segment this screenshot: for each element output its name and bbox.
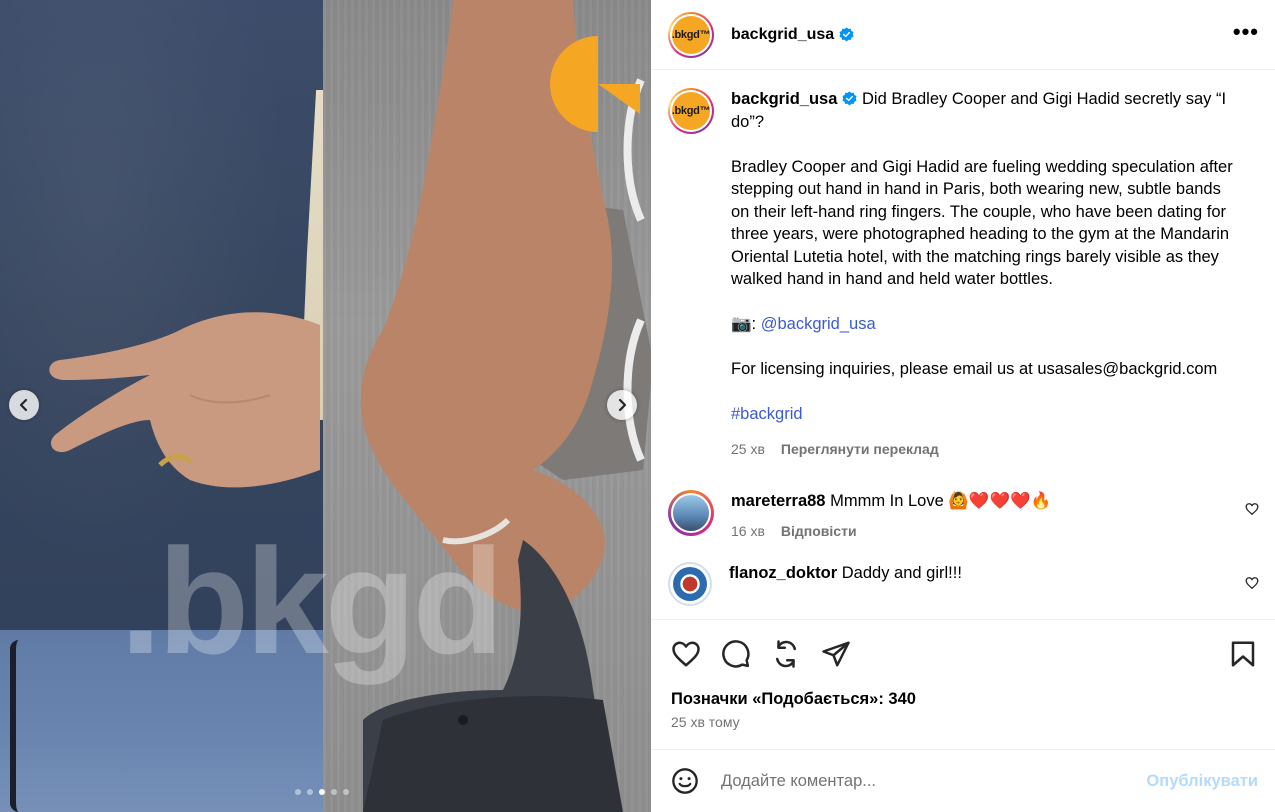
avatar-brand-text: .bkgd™ bbox=[672, 92, 711, 130]
reply-button[interactable]: Відповісти bbox=[781, 520, 857, 542]
watermark-text: .bkgd bbox=[120, 517, 504, 685]
verified-badge-icon bbox=[842, 91, 857, 106]
camera-prefix: 📷: bbox=[731, 315, 761, 333]
comment-heart-icon[interactable] bbox=[1245, 576, 1259, 590]
repost-icon[interactable] bbox=[771, 639, 801, 669]
caption-body-text: Bradley Cooper and Gigi Hadid are fuelin… bbox=[731, 157, 1238, 289]
chevron-left-icon bbox=[19, 398, 28, 412]
drawstring bbox=[10, 640, 28, 812]
comment-username[interactable]: flanoz_doktor bbox=[729, 564, 837, 582]
caption: .bkgd™ backgrid_usa Did Bradley Cooper a… bbox=[651, 71, 1275, 461]
comment-heart-icon[interactable] bbox=[1245, 502, 1259, 516]
comment-input[interactable] bbox=[721, 771, 1147, 791]
emoji-icon[interactable] bbox=[671, 767, 699, 795]
comments-scroll-area[interactable]: .bkgd™ backgrid_usa Did Bradley Cooper a… bbox=[651, 71, 1275, 619]
post-time: 25 хв тому bbox=[671, 714, 740, 730]
carousel-next-button[interactable] bbox=[607, 390, 637, 420]
caption-time: 25 хв bbox=[731, 441, 765, 457]
likes-count[interactable]: Позначки «Подобається»: 340 bbox=[651, 672, 1275, 709]
carousel-dot bbox=[295, 789, 301, 795]
comment-icon[interactable] bbox=[721, 639, 751, 669]
header-username[interactable]: backgrid_usa bbox=[731, 26, 834, 44]
backgrid-logo-mark bbox=[550, 36, 640, 132]
carousel-dot bbox=[331, 789, 337, 795]
post-comment-button[interactable]: Опублікувати bbox=[1146, 772, 1258, 791]
comment-username[interactable]: mareterra88 bbox=[731, 492, 826, 510]
comment-item: mareterra88 Mmmm In Love 🙆❤️❤️❤️🔥 16 хв … bbox=[651, 489, 1275, 542]
carousel-dot bbox=[307, 789, 313, 795]
see-translation-button[interactable]: Переглянути переклад bbox=[781, 438, 939, 461]
comment-avatar[interactable] bbox=[668, 489, 714, 536]
comment-text: Mmmm In Love 🙆❤️❤️❤️🔥 bbox=[830, 491, 1052, 510]
hand-left bbox=[49, 312, 320, 488]
more-options-button[interactable]: ••• bbox=[1233, 21, 1259, 43]
avatar[interactable]: .bkgd™ bbox=[668, 11, 714, 58]
carousel-dots bbox=[295, 789, 349, 795]
licensing-text: For licensing inquiries, please email us… bbox=[731, 360, 1218, 378]
share-icon[interactable] bbox=[821, 639, 851, 669]
post-media: .bkgd bbox=[0, 0, 651, 812]
comment-text: Daddy and girl!!! bbox=[841, 563, 962, 582]
avatar-brand-text: .bkgd™ bbox=[672, 15, 711, 54]
chevron-right-icon bbox=[618, 398, 627, 412]
verified-badge-icon bbox=[839, 27, 854, 42]
carousel-dot bbox=[343, 789, 349, 795]
caption-username[interactable]: backgrid_usa bbox=[731, 90, 837, 108]
post-side-panel: .bkgd™ backgrid_usa ••• .bkgd™ backgrid_… bbox=[651, 0, 1275, 812]
carousel-dot bbox=[319, 789, 325, 795]
comment-time: 16 хв bbox=[731, 522, 765, 539]
carousel-prev-button[interactable] bbox=[9, 390, 39, 420]
add-comment-bar: Опублікувати bbox=[651, 749, 1275, 812]
credit-link[interactable]: @backgrid_usa bbox=[761, 315, 876, 333]
hashtag-link[interactable]: #backgrid bbox=[731, 405, 803, 423]
post-header: .bkgd™ backgrid_usa ••• bbox=[651, 0, 1275, 70]
comment-item: flanoz_doktor Daddy and girl!!! bbox=[651, 561, 1275, 606]
comment-avatar[interactable] bbox=[668, 561, 712, 606]
caption-avatar[interactable]: .bkgd™ bbox=[668, 88, 714, 134]
caption-meta: 25 хв Переглянути переклад bbox=[731, 438, 1241, 461]
heart-icon[interactable] bbox=[671, 639, 701, 669]
bookmark-icon[interactable] bbox=[1228, 639, 1258, 669]
post-actions: Позначки «Подобається»: 340 25 хв тому bbox=[651, 619, 1275, 749]
